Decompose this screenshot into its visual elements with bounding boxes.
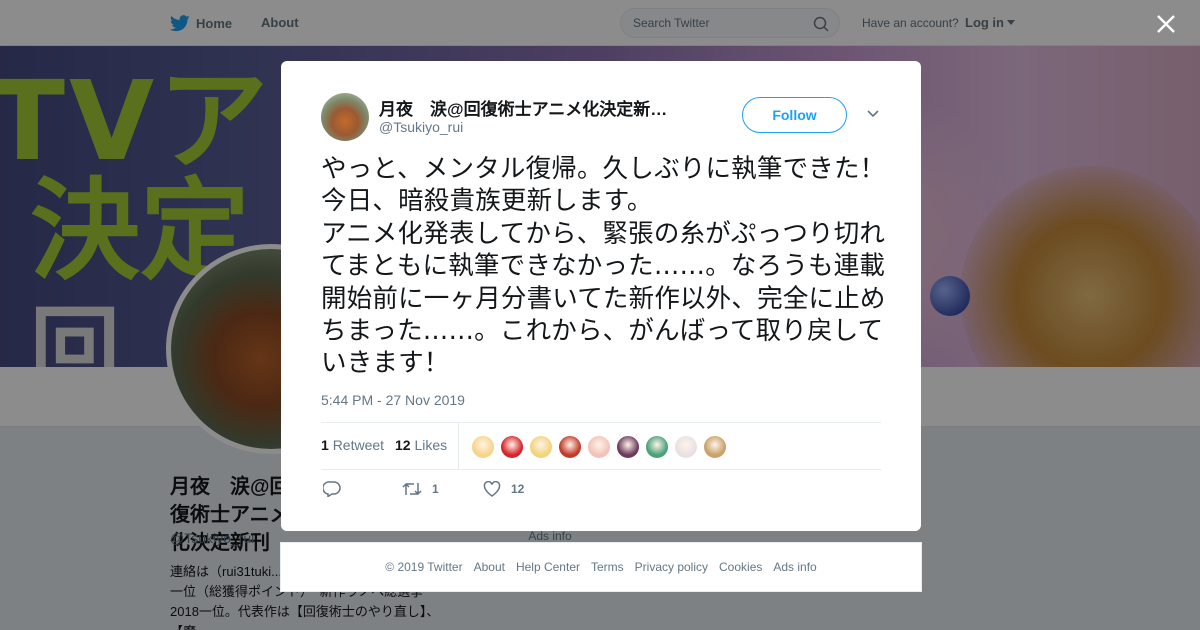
like-button[interactable]: 12 bbox=[483, 481, 524, 497]
footer-copyright: © 2019 Twitter bbox=[385, 560, 463, 574]
close-icon[interactable] bbox=[1154, 12, 1178, 36]
footer-privacy-link[interactable]: Privacy policy bbox=[635, 560, 708, 574]
liker-avatar[interactable] bbox=[500, 435, 524, 459]
reply-button[interactable] bbox=[323, 481, 351, 497]
liker-avatar[interactable] bbox=[529, 435, 553, 459]
like-action-count: 12 bbox=[511, 482, 525, 496]
retweet-action-count: 1 bbox=[432, 482, 439, 496]
tweet-author-handle[interactable]: @Tsukiyo_rui bbox=[379, 119, 463, 135]
reply-icon bbox=[323, 481, 341, 497]
footer: © 2019 Twitter About Help Center Terms P… bbox=[280, 542, 922, 592]
liker-avatar[interactable] bbox=[703, 435, 727, 459]
retweet-count: 1 bbox=[321, 437, 329, 453]
tweet-author-avatar[interactable] bbox=[321, 93, 369, 141]
tweet-author-name[interactable]: 月夜 涙@回復術士アニメ化決定新… bbox=[379, 95, 667, 120]
liker-avatar[interactable] bbox=[616, 435, 640, 459]
tweet-modal: 月夜 涙@回復術士アニメ化決定新… @Tsukiyo_rui Follow やっ… bbox=[281, 61, 921, 531]
like-count-stat[interactable]: 12 Likes bbox=[395, 437, 447, 453]
liker-avatar[interactable] bbox=[471, 435, 495, 459]
footer-about-link[interactable]: About bbox=[474, 560, 505, 574]
like-label: Likes bbox=[414, 437, 448, 453]
like-count: 12 bbox=[395, 437, 411, 453]
liker-avatar[interactable] bbox=[674, 435, 698, 459]
footer-help-link[interactable]: Help Center bbox=[516, 560, 580, 574]
liker-avatar[interactable] bbox=[558, 435, 582, 459]
chevron-down-icon[interactable] bbox=[866, 109, 880, 119]
footer-cookies-link[interactable]: Cookies bbox=[719, 560, 762, 574]
retweet-count-stat[interactable]: 1 Retweet bbox=[321, 437, 384, 453]
heart-icon bbox=[483, 481, 501, 497]
tweet-actions: 1 12 bbox=[321, 477, 721, 507]
divider bbox=[321, 469, 881, 470]
footer-ads-link[interactable]: Ads info bbox=[773, 560, 816, 574]
retweet-label: Retweet bbox=[332, 437, 385, 453]
divider bbox=[458, 423, 459, 469]
follow-button[interactable]: Follow bbox=[742, 97, 847, 133]
footer-terms-link[interactable]: Terms bbox=[591, 560, 624, 574]
retweet-icon bbox=[402, 482, 422, 496]
liker-avatar[interactable] bbox=[587, 435, 611, 459]
liker-avatar[interactable] bbox=[645, 435, 669, 459]
tweet-stats: 1 Retweet 12 Likes bbox=[321, 423, 881, 469]
retweet-button[interactable]: 1 bbox=[402, 481, 439, 497]
tweet-timestamp[interactable]: 5:44 PM - 27 Nov 2019 bbox=[321, 392, 465, 408]
tweet-text: やっと、メンタル復帰。久しぶりに執筆できた！ 今日、暗殺貴族更新します。 アニメ… bbox=[321, 154, 886, 379]
